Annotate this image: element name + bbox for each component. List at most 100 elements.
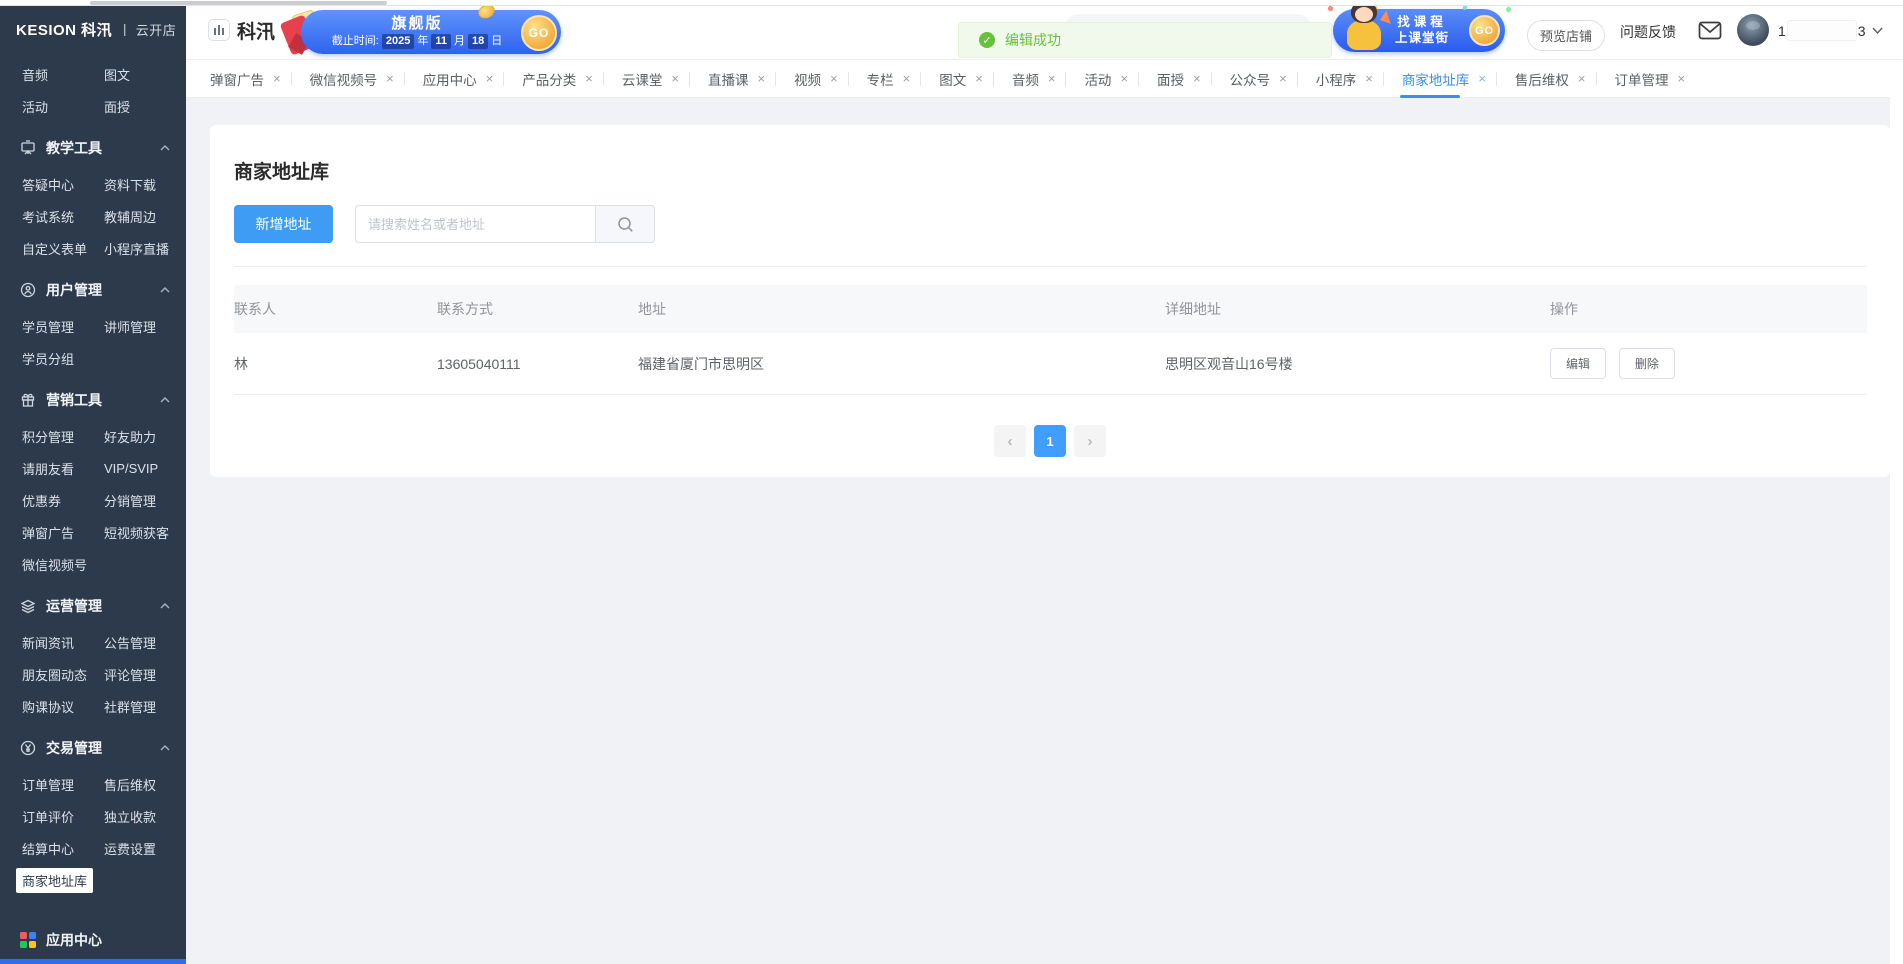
close-icon[interactable]: ×: [1678, 72, 1686, 85]
close-icon[interactable]: ×: [903, 72, 911, 85]
close-icon[interactable]: ×: [1365, 72, 1373, 85]
tab-item[interactable]: 图文×: [925, 60, 989, 98]
sidebar-item[interactable]: 分销管理: [104, 491, 186, 510]
tab-item[interactable]: 面授×: [1143, 60, 1207, 98]
close-icon[interactable]: ×: [757, 72, 765, 85]
sidebar-item[interactable]: 学员分组: [22, 349, 104, 368]
sidebar-item[interactable]: 售后维权: [104, 775, 186, 794]
feedback-link[interactable]: 问题反馈: [1620, 22, 1676, 42]
close-icon[interactable]: ×: [386, 72, 394, 85]
sidebar-item-merchant-address-active[interactable]: 商家地址库: [16, 868, 93, 893]
sidebar-item[interactable]: 自定义表单: [22, 239, 104, 258]
go-button[interactable]: GO: [521, 15, 557, 51]
edit-button[interactable]: 编辑: [1550, 348, 1606, 379]
close-icon[interactable]: ×: [1048, 72, 1056, 85]
sidebar-section-operations[interactable]: 运营管理: [0, 586, 186, 626]
sidebar-item[interactable]: 公告管理: [104, 633, 186, 652]
sidebar-section-marketing-tools[interactable]: 营销工具: [0, 380, 186, 420]
sidebar-item[interactable]: 朋友圈动态: [22, 665, 104, 684]
version-banner[interactable]: 旗舰版 截止时间: 2025 年 11 月 18 日 GO: [285, 6, 561, 56]
close-icon[interactable]: ×: [1120, 72, 1128, 85]
sidebar-item[interactable]: 讲师管理: [104, 317, 186, 336]
sidebar-item[interactable]: 订单管理: [22, 775, 104, 794]
sidebar-section-teaching-tools[interactable]: 教学工具: [0, 128, 186, 168]
sidebar-item[interactable]: VIP/SVIP: [104, 461, 186, 476]
tab-item[interactable]: 公众号×: [1216, 60, 1293, 98]
close-icon[interactable]: ×: [975, 72, 983, 85]
vertical-scrollbar-track[interactable]: [1890, 60, 1903, 964]
tab-item-active[interactable]: 商家地址库×: [1388, 60, 1492, 98]
sidebar-item[interactable]: 音频: [22, 65, 104, 84]
sidebar-item[interactable]: 资料下载: [104, 175, 186, 194]
tab-item[interactable]: 专栏×: [853, 60, 917, 98]
search-group: [355, 205, 655, 243]
sidebar-item[interactable]: 教辅周边: [104, 207, 186, 226]
sidebar-item[interactable]: 小程序直播: [104, 239, 186, 258]
sidebar-item[interactable]: 学员管理: [22, 317, 104, 336]
address-search-input[interactable]: [355, 205, 595, 243]
go-button[interactable]: GO: [1469, 15, 1500, 46]
sidebar-item[interactable]: 独立收款: [104, 807, 186, 826]
close-icon[interactable]: ×: [1478, 72, 1486, 85]
mail-icon[interactable]: [1698, 21, 1722, 45]
chevron-up-icon[interactable]: [160, 287, 170, 293]
delete-button[interactable]: 删除: [1619, 348, 1675, 379]
sidebar-item[interactable]: 积分管理: [22, 427, 104, 446]
sidebar-item[interactable]: 结算中心: [22, 839, 104, 858]
sidebar-item[interactable]: 弹窗广告: [22, 523, 104, 542]
search-button[interactable]: [595, 205, 655, 243]
tab-item[interactable]: 直播课×: [694, 60, 771, 98]
sidebar-item[interactable]: 短视频获客: [104, 523, 186, 542]
sidebar-item[interactable]: 图文: [104, 65, 186, 84]
tab-item[interactable]: 订单管理×: [1601, 60, 1692, 98]
sidebar-item[interactable]: 运费设置: [104, 839, 186, 858]
tab-item[interactable]: 视频×: [780, 60, 844, 98]
next-page-button[interactable]: ›: [1074, 425, 1106, 457]
sidebar-item[interactable]: 社群管理: [104, 697, 186, 716]
sidebar-item[interactable]: 购课协议: [22, 697, 104, 716]
user-menu[interactable]: 1 3: [1778, 20, 1883, 41]
sidebar-item[interactable]: 订单评价: [22, 807, 104, 826]
course-street-banner[interactable]: 找课程 上课堂街 GO: [1333, 9, 1505, 52]
sidebar-item[interactable]: 新闻资讯: [22, 633, 104, 652]
sidebar-item[interactable]: 活动: [22, 97, 104, 116]
close-icon[interactable]: ×: [1578, 72, 1586, 85]
tab-item[interactable]: 应用中心×: [409, 60, 500, 98]
tab-item[interactable]: 活动×: [1070, 60, 1134, 98]
tab-item[interactable]: 小程序×: [1302, 60, 1379, 98]
tab-item[interactable]: 云课堂×: [608, 60, 685, 98]
sidebar-item[interactable]: 评论管理: [104, 665, 186, 684]
close-icon[interactable]: ×: [830, 72, 838, 85]
add-address-button[interactable]: 新增地址: [234, 205, 333, 243]
sidebar-item[interactable]: 答疑中心: [22, 175, 104, 194]
tab-item[interactable]: 弹窗广告×: [196, 60, 287, 98]
sidebar-item[interactable]: 考试系统: [22, 207, 104, 226]
close-icon[interactable]: ×: [1193, 72, 1201, 85]
sidebar-item-app-center[interactable]: 应用中心: [0, 930, 186, 950]
page-number-current[interactable]: 1: [1034, 425, 1066, 457]
avatar[interactable]: [1737, 14, 1769, 46]
sidebar-item[interactable]: 好友助力: [104, 427, 186, 446]
tab-item[interactable]: 售后维权×: [1501, 60, 1592, 98]
chevron-up-icon[interactable]: [160, 603, 170, 609]
sidebar-section-trade[interactable]: 交易管理: [0, 728, 186, 768]
sidebar-item[interactable]: 微信视频号: [22, 555, 104, 574]
sidebar-item[interactable]: 面授: [104, 97, 186, 116]
sidebar-section-user-management[interactable]: 用户管理: [0, 270, 186, 310]
sidebar-item[interactable]: 请朋友看: [22, 459, 104, 478]
prev-page-button[interactable]: ‹: [994, 425, 1026, 457]
tab-item[interactable]: 产品分类×: [508, 60, 599, 98]
tab-item[interactable]: 音频×: [998, 60, 1062, 98]
sidebar-item[interactable]: 优惠券: [22, 491, 104, 510]
close-icon[interactable]: ×: [486, 72, 494, 85]
scrollbar-thumb[interactable]: [90, 1, 387, 5]
chevron-up-icon[interactable]: [160, 745, 170, 751]
chevron-up-icon[interactable]: [160, 397, 170, 403]
tab-item[interactable]: 微信视频号×: [296, 60, 400, 98]
close-icon[interactable]: ×: [273, 72, 281, 85]
close-icon[interactable]: ×: [585, 72, 593, 85]
preview-store-button[interactable]: 预览店铺: [1527, 20, 1605, 51]
close-icon[interactable]: ×: [1279, 72, 1287, 85]
chevron-up-icon[interactable]: [160, 145, 170, 151]
close-icon[interactable]: ×: [671, 72, 679, 85]
